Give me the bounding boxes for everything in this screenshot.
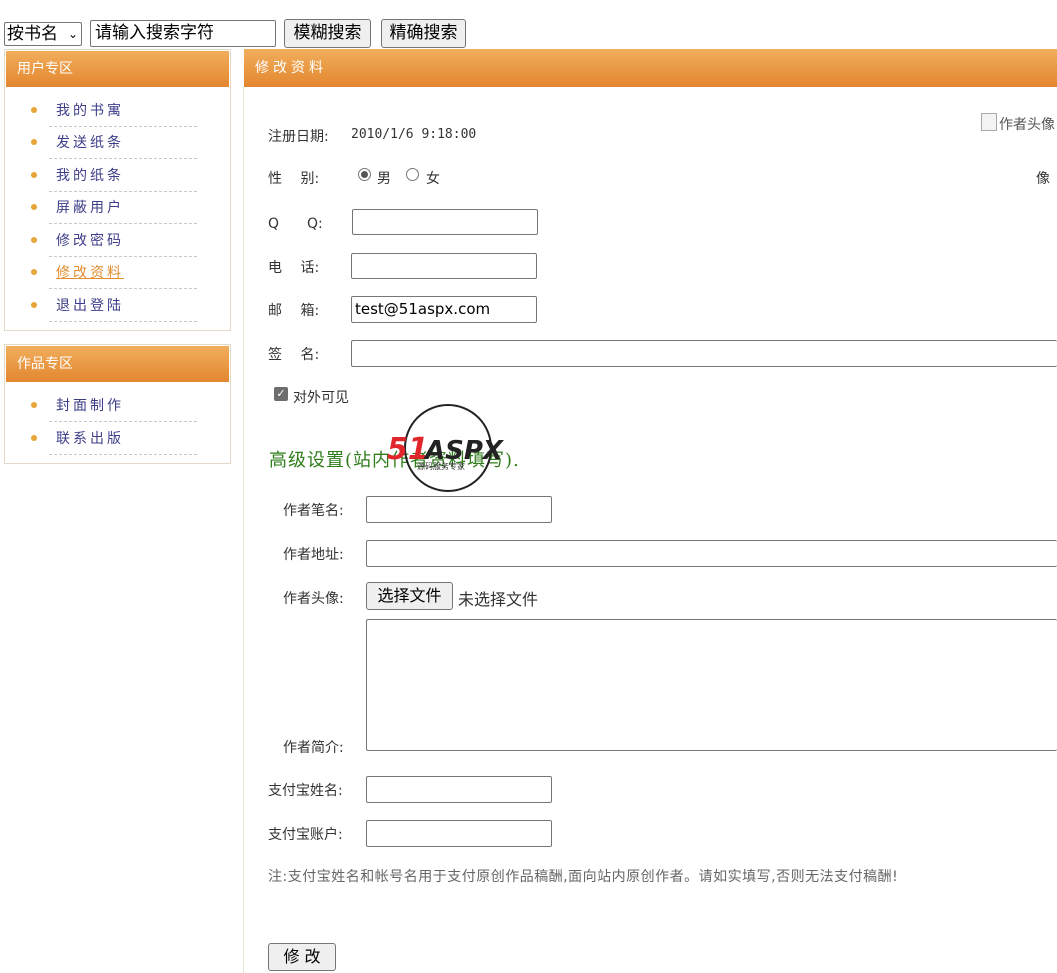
sidebar-item-edit-profile[interactable]: 修改资料 [49,257,197,289]
alipay-account-input[interactable] [366,820,552,847]
exact-search-button[interactable]: 精确搜索 [381,19,466,48]
alipay-name-label: 支付宝姓名: [268,783,343,799]
sidebar-item-logout[interactable]: 退出登陆 [49,290,197,322]
chevron-down-icon: ⌄ [67,27,78,41]
avatar-alt-text: 作者头像 [999,117,1055,133]
register-date-value: 2010/1/6 9:18:00 [351,127,477,142]
gender-male-radio[interactable] [358,168,371,181]
author-intro-label: 作者简介: [283,740,344,756]
register-date-label: 注册日期: [268,129,329,145]
avatar-upload-label: 作者头像: [283,591,344,607]
phone-input[interactable] [351,253,537,279]
address-input[interactable] [366,540,1057,567]
broken-image-icon [981,113,997,131]
bullet-icon [31,269,37,275]
qq-label: Q Q: [268,216,323,232]
page-title: 修改资料 [244,49,1057,87]
bullet-icon [31,204,37,210]
phone-label: 电 话: [268,260,320,276]
bullet-icon [31,402,37,408]
address-label: 作者地址: [283,547,344,563]
user-zone-title: 用户专区 [6,51,229,87]
author-avatar-image: 作者头像 [981,113,1057,137]
gender-label: 性 别: [268,171,320,187]
bullet-icon [31,107,37,113]
pen-name-label: 作者笔名: [283,503,344,519]
search-mode-select[interactable]: 按书名 ⌄ [4,22,82,46]
choose-file-button[interactable]: 选择文件 [366,582,453,610]
watermark-logo-graphic: 51 ASPX 源码服务专家 [387,404,505,492]
gender-female-label: 女 [426,171,440,187]
sidebar-item-my-notes[interactable]: 我的纸条 [49,160,197,192]
payment-note: 注:支付宝姓名和帐号名用于支付原创作品稿酬,面向站内原创作者。请如实填写,否则无… [268,869,899,885]
author-intro-textarea[interactable] [366,619,1057,751]
file-status-text: 未选择文件 [458,590,539,609]
email-label: 邮 箱: [268,303,320,319]
sidebar-item-change-password[interactable]: 修改密码 [49,225,197,257]
gender-male-label: 男 [377,171,391,187]
search-mode-selected: 按书名 [7,24,58,44]
sidebar-item-my-library[interactable]: 我的书寓 [49,95,197,127]
sidebar-item-block-user[interactable]: 屏蔽用户 [49,192,197,224]
main-panel-border [243,87,244,973]
alipay-name-input[interactable] [366,776,552,803]
alipay-account-label: 支付宝账户: [268,827,343,843]
bullet-icon [31,435,37,441]
watermark-logo: 51 ASPX 源码服务专家 [387,403,515,495]
bullet-icon [31,172,37,178]
sidebar-item-send-note[interactable]: 发送纸条 [49,127,197,159]
sidebar-item-cover-design[interactable]: 封面制作 [49,390,197,422]
search-input[interactable]: 请输入搜索字符 [90,20,276,47]
pen-name-input[interactable] [366,496,552,523]
gender-female-radio[interactable] [406,168,419,181]
public-visible-checkbox[interactable]: ✓ [274,387,288,401]
works-zone-panel: 作品专区 封面制作 联系出版 [4,344,231,464]
signature-input[interactable] [351,340,1057,367]
watermark-sub-text: 源码服务专家 [417,461,465,471]
bullet-icon [31,139,37,145]
bullet-icon [31,237,37,243]
signature-label: 签 名: [268,347,320,363]
public-visible-label: 对外可见 [293,390,349,406]
sidebar-item-publish-contact[interactable]: 联系出版 [49,423,197,455]
works-zone-title: 作品专区 [6,346,229,382]
email-input[interactable]: test@51aspx.com [351,296,537,323]
submit-button[interactable]: 修 改 [268,943,336,971]
avatar-caption: 像 [1036,171,1050,187]
fuzzy-search-button[interactable]: 模糊搜索 [284,19,371,48]
qq-input[interactable] [352,209,538,235]
bullet-icon [31,302,37,308]
user-zone-panel: 用户专区 我的书寓 发送纸条 我的纸条 屏蔽用户 修改密码 修改资料 退出登陆 [4,49,231,331]
